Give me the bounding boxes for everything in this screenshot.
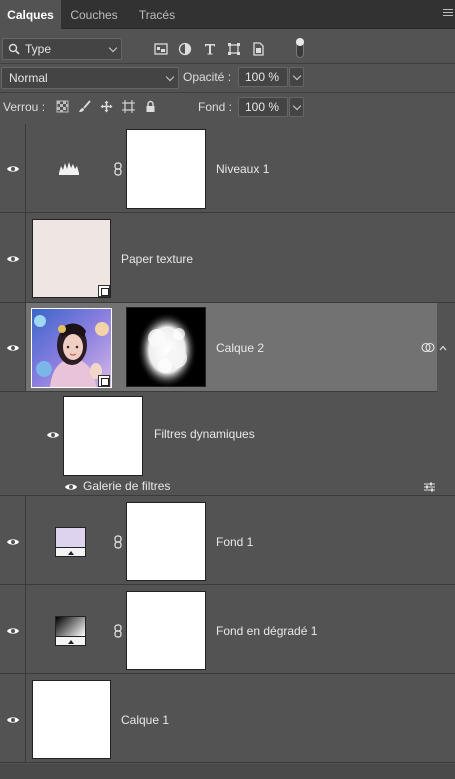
levels-adjustment-icon[interactable] (56, 157, 82, 179)
layer-mask-thumbnail[interactable] (126, 307, 206, 387)
tab-traces[interactable]: Tracés (130, 0, 184, 29)
layer-thumbnail[interactable] (32, 680, 111, 759)
chevron-down-icon (165, 72, 175, 82)
blend-row: Normal Opacité : 100 % (0, 66, 455, 90)
pixel-filter-icon[interactable] (154, 42, 168, 56)
search-icon (8, 43, 20, 55)
layer-mask-thumbnail[interactable] (126, 591, 206, 670)
shape-filter-icon[interactable] (227, 42, 241, 56)
eye-icon[interactable] (6, 626, 20, 636)
smart-object-badge-icon (98, 285, 110, 297)
chevron-down-icon (292, 71, 302, 81)
panel-tab-bar: Calques Couches Tracés (0, 0, 455, 29)
filter-kind-label: Type (25, 42, 52, 56)
eye-icon[interactable] (6, 343, 20, 353)
eye-icon[interactable] (64, 482, 78, 492)
layer-mask-thumbnail[interactable] (126, 129, 206, 209)
eye-icon[interactable] (6, 715, 20, 725)
panel-footer (0, 764, 455, 779)
type-filter-icon[interactable] (203, 42, 217, 56)
layer-name[interactable]: Calque 1 (121, 713, 169, 727)
chain-link-icon[interactable] (114, 535, 122, 549)
fill-label: Fond : (198, 100, 233, 114)
tab-couches[interactable]: Couches (62, 0, 126, 29)
smart-object-filter-icon[interactable] (251, 42, 265, 56)
layer-name[interactable]: Niveaux 1 (216, 162, 269, 176)
filter-blending-options-icon[interactable] (423, 482, 436, 492)
smart-object-badge-icon (98, 375, 110, 387)
chain-link-icon[interactable] (114, 624, 122, 638)
smart-filters-row[interactable]: Filtres dynamiques Galerie de filtres (0, 392, 455, 496)
eye-icon[interactable] (6, 537, 20, 547)
blend-mode-value: Normal (9, 71, 48, 85)
opacity-input[interactable]: 100 % (238, 67, 288, 87)
filter-toggle-switch[interactable] (296, 38, 304, 58)
layer-row-fond-en-degrade-1[interactable]: Fond en dégradé 1 (0, 585, 455, 674)
blend-mode-select[interactable]: Normal (1, 67, 179, 89)
lock-all-icon[interactable] (144, 100, 157, 113)
collapse-chevron-icon[interactable] (439, 345, 447, 351)
layer-name[interactable]: Calque 2 (216, 341, 264, 355)
gradient-fill-icon[interactable] (55, 616, 86, 647)
layer-row-paper-texture[interactable]: Paper texture (0, 213, 455, 303)
fill-input[interactable]: 100 % (238, 97, 288, 117)
lock-paint-icon[interactable] (78, 100, 91, 113)
fill-dropdown-button[interactable] (289, 97, 304, 117)
cloud-mask-image (137, 312, 197, 386)
lock-artboard-icon[interactable] (122, 100, 135, 113)
filter-entry-name[interactable]: Galerie de filtres (83, 479, 170, 493)
layer-row-niveaux-1[interactable]: Niveaux 1 (0, 124, 455, 213)
opacity-label: Opacité : (183, 70, 232, 84)
layer-name[interactable]: Paper texture (121, 252, 193, 266)
eye-icon[interactable] (46, 430, 60, 440)
smart-filter-mask-thumbnail[interactable] (63, 396, 143, 476)
layer-name[interactable]: Fond en dégradé 1 (216, 624, 317, 638)
eye-icon[interactable] (6, 254, 20, 264)
opacity-value: 100 % (245, 70, 280, 84)
chevron-down-icon (108, 43, 118, 53)
layer-row-calque-2[interactable]: Calque 2 (0, 303, 437, 392)
filter-row: Type (0, 35, 455, 61)
opacity-dropdown-button[interactable] (289, 67, 304, 87)
panel-menu-icon[interactable] (443, 9, 453, 19)
eye-icon[interactable] (6, 164, 20, 174)
smart-filter-indicator-icon[interactable] (421, 342, 435, 353)
smart-filters-label[interactable]: Filtres dynamiques (154, 427, 255, 441)
tab-calques[interactable]: Calques (0, 0, 61, 29)
layer-row-fond-1[interactable]: Fond 1 (0, 496, 455, 585)
fill-value: 100 % (245, 100, 280, 114)
layer-mask-thumbnail[interactable] (126, 502, 206, 581)
filter-kind-select[interactable]: Type (2, 38, 122, 60)
lock-row: Verrou : Fond : 100 % (0, 95, 455, 119)
layers-list: Niveaux 1 Paper texture Calque 2 Filtres… (0, 124, 455, 764)
lock-transparent-icon[interactable] (56, 100, 69, 113)
solid-color-fill-icon[interactable] (55, 527, 86, 558)
lock-move-icon[interactable] (100, 100, 113, 113)
chevron-down-icon (292, 101, 302, 111)
adjustment-filter-icon[interactable] (178, 42, 192, 56)
chain-link-icon[interactable] (114, 162, 122, 176)
lock-label: Verrou : (3, 100, 46, 114)
layer-name[interactable]: Fond 1 (216, 535, 253, 549)
layer-row-calque-1[interactable]: Calque 1 (0, 674, 455, 763)
